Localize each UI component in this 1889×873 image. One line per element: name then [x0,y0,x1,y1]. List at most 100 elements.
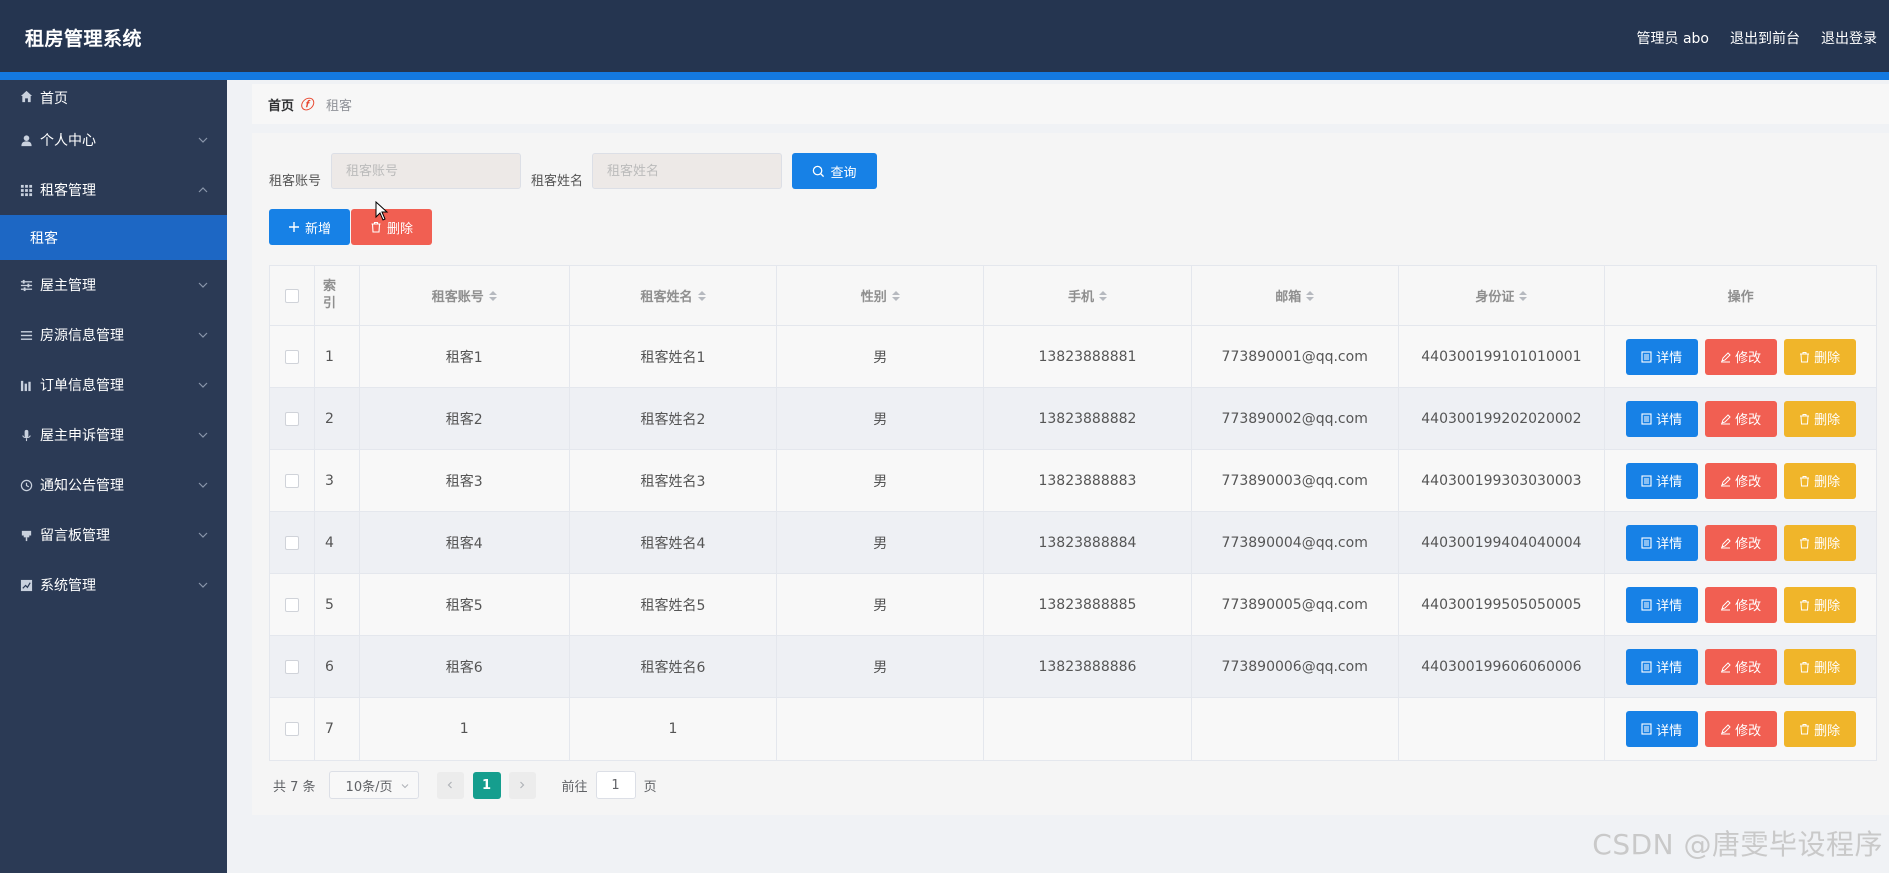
page-size-select[interactable]: 10条/页 [328,771,419,799]
add-button[interactable]: 新增 [269,209,350,245]
search-icon [813,165,825,177]
detail-button[interactable]: 详情 [1625,338,1698,375]
detail-button[interactable]: 详情 [1625,711,1698,747]
account-search-label: 租客账号 [269,174,322,189]
sort-icon[interactable] [891,290,900,301]
pagination-total: 共 7 条 [273,779,316,795]
trash-icon [1800,724,1810,735]
sidebar-item-message-mgmt[interactable]: 留言板管理 [0,510,227,560]
cell-name: 1 [570,698,778,760]
cell-index: 5 [315,574,360,635]
row-checkbox[interactable] [284,473,299,488]
sidebar-item-home[interactable]: 首页 [0,80,227,115]
column-header-id-card[interactable]: 身份证 [1399,266,1606,325]
sidebar-item-notice-mgmt[interactable]: 通知公告管理 [0,460,227,510]
next-page-button[interactable] [508,771,536,799]
detail-button-label: 详情 [1656,537,1683,552]
sidebar-item-tenant-mgmt[interactable]: 租客管理 [0,165,227,215]
delete-button[interactable]: 删除 [1783,524,1856,561]
breadcrumb-home[interactable]: 首页 [268,95,294,114]
column-header-account[interactable]: 租客账号 [360,266,570,325]
row-checkbox[interactable] [284,722,299,736]
cell-email: 773890005@qq.com [1192,574,1399,635]
delete-button[interactable]: 删除 [1783,400,1856,437]
edit-button[interactable]: 修改 [1704,524,1777,561]
delete-button[interactable]: 删除 [1783,711,1856,747]
cell-account: 租客6 [360,636,570,697]
table-header-row: 索引 租客账号 租客姓名 性别 手机 邮箱 身份证 操作 [270,266,1876,326]
detail-button[interactable]: 详情 [1625,648,1698,685]
document-icon [1641,660,1652,673]
detail-button[interactable]: 详情 [1625,524,1698,561]
sort-icon[interactable] [1098,290,1107,301]
goto-page-input[interactable] [595,771,636,799]
detail-button[interactable]: 详情 [1625,400,1698,437]
query-button[interactable]: 查询 [792,153,877,189]
sort-icon[interactable] [1519,290,1528,301]
prev-page-button[interactable] [436,771,464,799]
column-header-email[interactable]: 邮箱 [1192,266,1399,325]
sidebar-item-listing-mgmt[interactable]: 房源信息管理 [0,310,227,360]
batch-delete-button-label: 删除 [386,221,413,237]
header-accent-bar [0,72,1889,80]
cell-account: 租客5 [360,574,570,635]
row-checkbox[interactable] [284,597,299,612]
column-header-name[interactable]: 租客姓名 [570,266,778,325]
delete-button[interactable]: 删除 [1783,338,1856,375]
row-select-cell [270,636,315,697]
batch-delete-button[interactable]: 删除 [351,209,432,245]
cell-account: 租客1 [360,326,570,387]
sort-icon[interactable] [1306,290,1315,301]
back-to-front-link[interactable]: 退出到前台 [1730,28,1800,48]
sort-icon[interactable] [488,290,497,301]
select-all-checkbox[interactable] [284,288,299,303]
cell-gender: 男 [777,388,985,449]
table-row: 711 详情 修改 删除 [270,698,1876,760]
chevron-down-icon [198,532,208,538]
name-search-input[interactable] [592,153,782,189]
trash-icon [1800,599,1810,610]
logout-link[interactable]: 退出登录 [1821,28,1877,48]
row-select-cell [270,450,315,511]
detail-button[interactable]: 详情 [1625,462,1698,499]
edit-button[interactable]: 修改 [1704,462,1777,499]
breadcrumb: 首页 ⓕ 租客 [252,84,1889,124]
edit-button[interactable]: 修改 [1704,648,1777,685]
page-number-current[interactable]: 1 [472,771,501,799]
edit-button[interactable]: 修改 [1704,338,1777,375]
sidebar-item-personal[interactable]: 个人中心 [0,115,227,165]
edit-button[interactable]: 修改 [1704,400,1777,437]
table-row: 6 租客6 租客姓名6 男 13823888886 773890006@qq.com 440… [270,636,1876,698]
delete-button[interactable]: 删除 [1783,586,1856,623]
delete-button[interactable]: 删除 [1783,462,1856,499]
edit-button[interactable]: 修改 [1704,711,1777,747]
sidebar-item-system-mgmt[interactable]: 系统管理 [0,560,227,610]
sort-icon[interactable] [697,290,706,301]
column-header-gender[interactable]: 性别 [777,266,985,325]
sidebar-item-owner-mgmt[interactable]: 屋主管理 [0,260,227,310]
account-search-input[interactable] [331,153,521,189]
cell-phone: 13823888885 [984,574,1192,635]
row-checkbox[interactable] [284,411,299,426]
sidebar-item-order-mgmt[interactable]: 订单信息管理 [0,360,227,410]
row-checkbox[interactable] [284,349,299,364]
detail-button[interactable]: 详情 [1625,586,1698,623]
edit-button[interactable]: 修改 [1704,586,1777,623]
row-checkbox[interactable] [284,659,299,674]
row-checkbox[interactable] [284,535,299,550]
delete-button[interactable]: 删除 [1783,648,1856,685]
cell-id-card: 440300199202020002 [1399,388,1606,449]
sidebar: 首页 个人中心 租客管理 租客 屋主管理 房源信息管理 订单信息管理 屋主申诉管… [0,80,227,873]
column-header-phone[interactable]: 手机 [984,266,1192,325]
edit-icon [1721,724,1731,735]
page-size-value: 10条/页 [345,779,393,795]
chevron-down-icon [198,482,208,488]
current-user-label[interactable]: 管理员 abo [1637,28,1709,48]
chevron-down-icon [198,432,208,438]
sidebar-item-tenant[interactable]: 租客 [0,215,227,260]
list-icon [18,327,34,343]
trash-icon [1800,351,1810,362]
delete-button-label: 删除 [1814,351,1841,366]
sidebar-item-complaint-mgmt[interactable]: 屋主申诉管理 [0,410,227,460]
edit-icon [1721,599,1731,610]
